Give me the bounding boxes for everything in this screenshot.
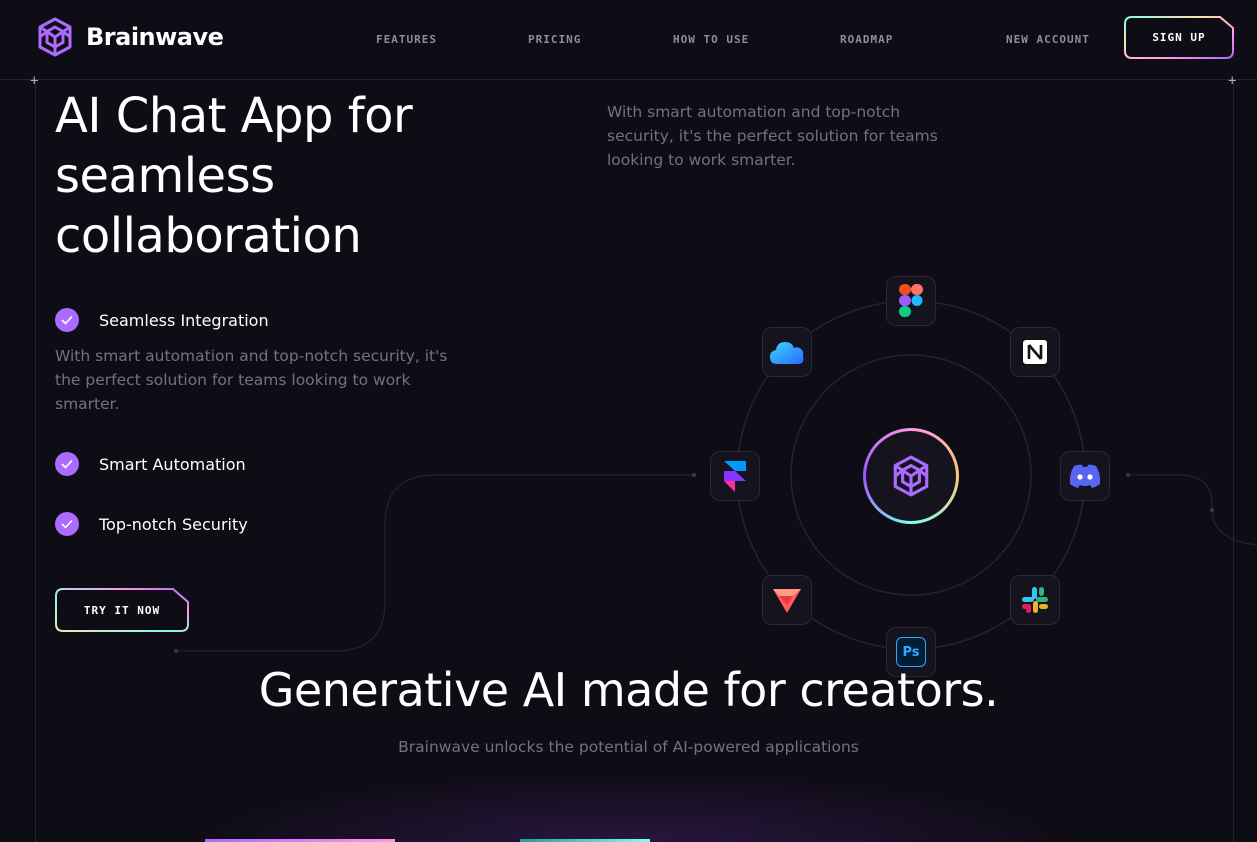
cloud-icon (770, 342, 804, 364)
framer-icon (724, 461, 746, 492)
section-title: Generative AI made for creators. (258, 663, 999, 717)
app-slack[interactable] (1010, 575, 1060, 625)
app-discord[interactable] (1060, 451, 1110, 501)
app-notion[interactable] (1010, 327, 1060, 377)
protopie-icon (773, 589, 801, 613)
figma-icon (899, 284, 923, 317)
app-icloud[interactable] (762, 327, 812, 377)
app-framer[interactable] (710, 451, 760, 501)
center-badge-inner (866, 431, 956, 521)
notion-icon (1021, 338, 1049, 366)
center-brain-badge (863, 428, 959, 524)
discord-icon (1069, 464, 1101, 488)
section-subtitle: Brainwave unlocks the potential of AI-po… (398, 738, 859, 756)
app-protopie[interactable] (762, 575, 812, 625)
bottom-glow (180, 770, 1080, 842)
brainwave-logo-icon (893, 455, 929, 497)
app-figma[interactable] (886, 276, 936, 326)
slack-icon (1022, 587, 1048, 613)
